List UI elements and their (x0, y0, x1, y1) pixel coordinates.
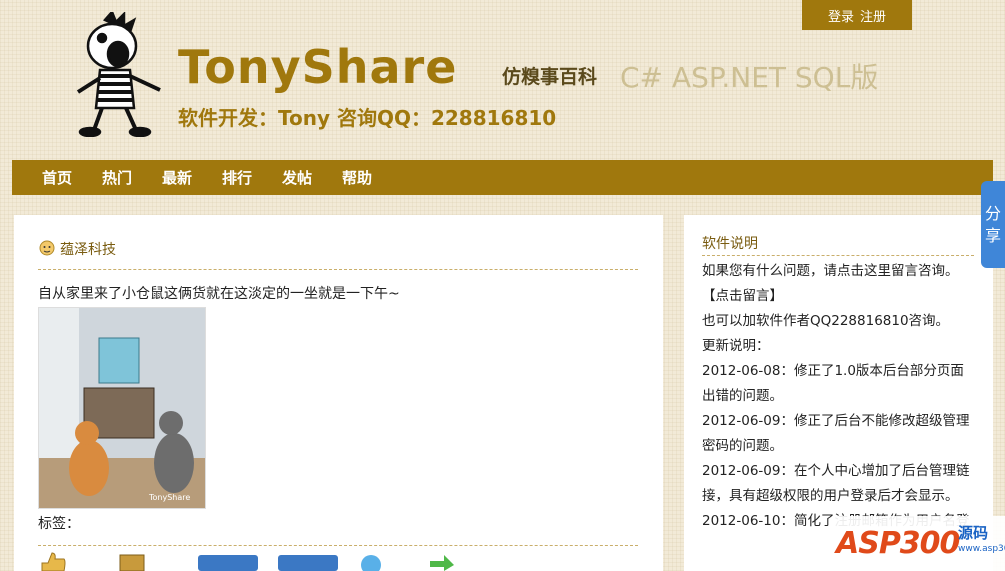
nav-item-help[interactable]: 帮助 (342, 167, 372, 188)
sidebar-line: 更新说明： (702, 338, 770, 354)
sidebar-body: 如果您有什么问题，请点击这里留言咨询。 【点击留言】 也可以加软件作者QQ228… (702, 259, 977, 534)
watermark-tag: 源码 (958, 524, 989, 542)
changelog-item: 2012-06-08：修正了1.0版本后台部分页面出错的问题。 (702, 363, 964, 404)
share-label-2: 享 (984, 225, 1001, 245)
photo-watermark: TonyShare (148, 493, 190, 502)
leave-message-link[interactable]: 【点击留言】 (702, 284, 977, 309)
book-icon[interactable] (118, 551, 148, 571)
nav-item-home[interactable]: 首页 (42, 167, 72, 188)
tags-label: 标签： (38, 516, 80, 532)
nav-item-post[interactable]: 发帖 (282, 167, 312, 188)
sidebar-line[interactable]: 如果您有什么问题，请点击这里留言咨询。 (702, 259, 977, 284)
globe-icon[interactable] (358, 551, 384, 571)
register-link[interactable]: 注册 (860, 6, 886, 25)
post-photo[interactable]: TonyShare (38, 307, 206, 509)
divider (702, 255, 974, 256)
post-panel: 蕴泽科技 自从家里来了小仓鼠这俩货就在这淡定的一坐就是一下午~ TonyShar… (14, 215, 663, 571)
post-actions (38, 551, 638, 571)
brand-title: TonyShare (178, 40, 458, 94)
author-name[interactable]: 蕴泽科技 (60, 239, 116, 259)
nav-item-ranking[interactable]: 排行 (222, 167, 252, 188)
developer-info: 软件开发：Tony 咨询QQ：228816810 (178, 106, 557, 130)
changelog-item: 2012-06-09：在个人中心增加了后台管理链接，具有超级权限的用户登录后才会… (702, 463, 970, 504)
divider (38, 545, 638, 546)
main-nav: 首页 热门 最新 排行 发帖 帮助 (12, 160, 993, 195)
arrow-right-icon[interactable] (428, 551, 454, 571)
asp300-watermark: ASP300 源码 www.asp300.com (832, 516, 1005, 571)
sidebar-line: 也可以加软件作者QQ228816810咨询。 (702, 313, 950, 329)
nav-item-latest[interactable]: 最新 (162, 167, 192, 188)
login-link[interactable]: 登录 (828, 6, 854, 25)
mascot-logo (76, 12, 161, 137)
divider (38, 269, 638, 270)
brand-version: C# ASP.NET SQL版 (620, 61, 879, 94)
brand-subtitle: 仿糗事百科 (502, 66, 598, 88)
post-content: 自从家里来了小仓鼠这俩货就在这淡定的一坐就是一下午~ (38, 286, 400, 302)
watermark-logo: ASP300 (836, 526, 960, 561)
login-register-box: 登录 注册 (802, 0, 912, 30)
avatar-icon (39, 240, 55, 256)
changelog-item: 2012-06-09：修正了后台不能修改超级管理密码的问题。 (702, 413, 970, 454)
share-tab[interactable]: 分 享 (981, 181, 1005, 268)
sidebar-title: 软件说明 (702, 236, 758, 252)
like-icon[interactable] (38, 551, 68, 571)
action-button-two[interactable] (278, 551, 338, 571)
action-button-one[interactable] (198, 551, 258, 571)
post-author: 蕴泽科技 (38, 239, 116, 259)
nav-item-hot[interactable]: 热门 (102, 167, 132, 188)
site-header: 登录 注册 TonyShare 仿糗事百科 C# ASP.NET SQL版 软件… (0, 0, 1005, 160)
share-label-1: 分 (984, 203, 1001, 223)
watermark-url: www.asp300.com (958, 544, 1005, 554)
